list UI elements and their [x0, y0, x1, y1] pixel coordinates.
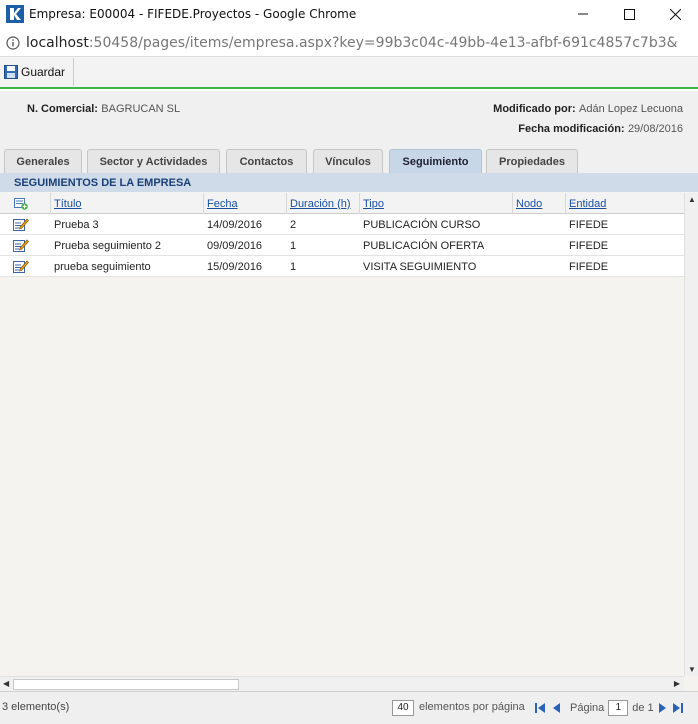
pager: Página 1 de 1 [534, 698, 684, 718]
cell-titulo: Prueba 3 [54, 218, 99, 231]
grid-header: Título Fecha Duración (h) Tipo Nodo Enti… [0, 193, 684, 214]
col-duracion[interactable]: Duración (h) [286, 193, 359, 214]
tab-propiedades[interactable]: Propiedades [486, 149, 578, 173]
toolbar: Guardar [0, 57, 698, 89]
close-icon [669, 8, 681, 20]
url-path: :50458/pages/items/empresa.aspx?key=99b3… [88, 34, 678, 51]
first-page-icon[interactable] [534, 702, 546, 714]
cell-entidad: FIFEDE [569, 239, 609, 252]
col-fecha[interactable]: Fecha [203, 193, 286, 214]
modificado-value: Adán Lopez Lecuona [579, 103, 683, 115]
comercial-value: BAGRUCAN SL [101, 103, 181, 115]
per-page-label: elementos por página [419, 701, 525, 713]
next-page-icon[interactable] [657, 702, 669, 714]
cell-fecha: 15/09/2016 [207, 260, 263, 273]
tab-strip: Generales Sector y Actividades Contactos… [0, 143, 698, 173]
vertical-scrollbar[interactable]: ▲ ▼ [684, 193, 698, 676]
cell-entidad: FIFEDE [569, 218, 609, 231]
cell-tipo: PUBLICACIÓN CURSO [363, 218, 481, 231]
maximize-icon [623, 8, 635, 20]
add-record-icon[interactable] [14, 197, 28, 210]
save-icon [4, 65, 18, 79]
maximize-button[interactable] [606, 0, 652, 28]
table-row[interactable]: Prueba 3 14/09/2016 2 PUBLICACIÓN CURSO … [0, 214, 684, 235]
url-host: localhost [26, 34, 89, 51]
company-header: N. Comercial: BAGRUCAN SL Modificado por… [0, 91, 698, 143]
app-logo-icon [6, 5, 24, 23]
seguimientos-panel: SEGUIMIENTOS DE LA EMPRESA Título Fecha … [0, 173, 698, 691]
prev-page-icon[interactable] [550, 702, 562, 714]
scroll-down-icon[interactable]: ▼ [688, 665, 696, 674]
col-nodo[interactable]: Nodo [512, 193, 565, 214]
table-row[interactable]: Prueba seguimiento 2 09/09/2016 1 PUBLIC… [0, 235, 684, 256]
address-bar[interactable]: localhost:50458/pages/items/empresa.aspx… [0, 29, 698, 57]
window-title: Empresa: E00004 - FIFEDE.Proyectos - Goo… [29, 7, 357, 21]
cell-titulo: prueba seguimiento [54, 260, 151, 273]
cell-titulo: Prueba seguimiento 2 [54, 239, 162, 252]
edit-icon[interactable] [13, 238, 29, 253]
tab-contactos[interactable]: Contactos [226, 149, 307, 173]
save-label: Guardar [21, 65, 66, 79]
cell-entidad: FIFEDE [569, 260, 609, 273]
record-count: 3 elemento(s) [2, 701, 70, 713]
section-title: SEGUIMIENTOS DE LA EMPRESA [0, 173, 698, 192]
scroll-up-icon[interactable]: ▲ [688, 195, 696, 204]
save-button[interactable]: Guardar [0, 58, 75, 86]
per-page-input[interactable]: 40 [392, 700, 414, 716]
cell-fecha: 09/09/2016 [207, 239, 263, 252]
fecha-mod-value: 29/08/2016 [627, 123, 683, 135]
modificado-label: Modificado por: [493, 103, 576, 115]
page-input[interactable]: 1 [608, 700, 629, 716]
tab-vinculos[interactable]: Vínculos [313, 149, 383, 173]
fecha-mod-label: Fecha modificación: [518, 123, 625, 135]
tab-generales[interactable]: Generales [4, 149, 82, 173]
table-row[interactable]: prueba seguimiento 15/09/2016 1 VISITA S… [0, 256, 684, 277]
cell-duracion: 1 [290, 260, 297, 273]
horizontal-scroll-thumb[interactable] [13, 679, 239, 690]
close-button[interactable] [652, 0, 698, 28]
cell-duracion: 2 [290, 218, 297, 231]
cell-duracion: 1 [290, 239, 297, 252]
scroll-left-icon[interactable]: ◀ [3, 679, 9, 688]
info-icon[interactable] [6, 35, 20, 50]
grid-footer: 3 elemento(s) 40 elementos por página Pá… [0, 691, 698, 724]
edit-icon[interactable] [13, 259, 29, 274]
tab-sector-actividades[interactable]: Sector y Actividades [87, 149, 220, 173]
page-label: Página [570, 702, 605, 714]
page-of-label: de 1 [632, 702, 654, 714]
col-titulo[interactable]: Título [50, 193, 203, 214]
cell-tipo: VISITA SEGUIMIENTO [363, 260, 477, 273]
minimize-icon [578, 13, 588, 15]
tab-seguimiento[interactable]: Seguimiento [389, 149, 482, 173]
last-page-icon[interactable] [672, 702, 684, 714]
edit-icon[interactable] [13, 217, 29, 232]
col-tipo[interactable]: Tipo [359, 193, 512, 214]
horizontal-scrollbar[interactable]: ◀ ▶ [0, 676, 684, 691]
minimize-button[interactable] [560, 0, 606, 28]
window-titlebar: Empresa: E00004 - FIFEDE.Proyectos - Goo… [0, 0, 698, 28]
comercial-label: N. Comercial: [27, 103, 98, 115]
col-entidad[interactable]: Entidad [565, 193, 684, 214]
cell-tipo: PUBLICACIÓN OFERTA [363, 239, 485, 252]
cell-fecha: 14/09/2016 [207, 218, 263, 231]
scroll-right-icon[interactable]: ▶ [674, 679, 680, 688]
